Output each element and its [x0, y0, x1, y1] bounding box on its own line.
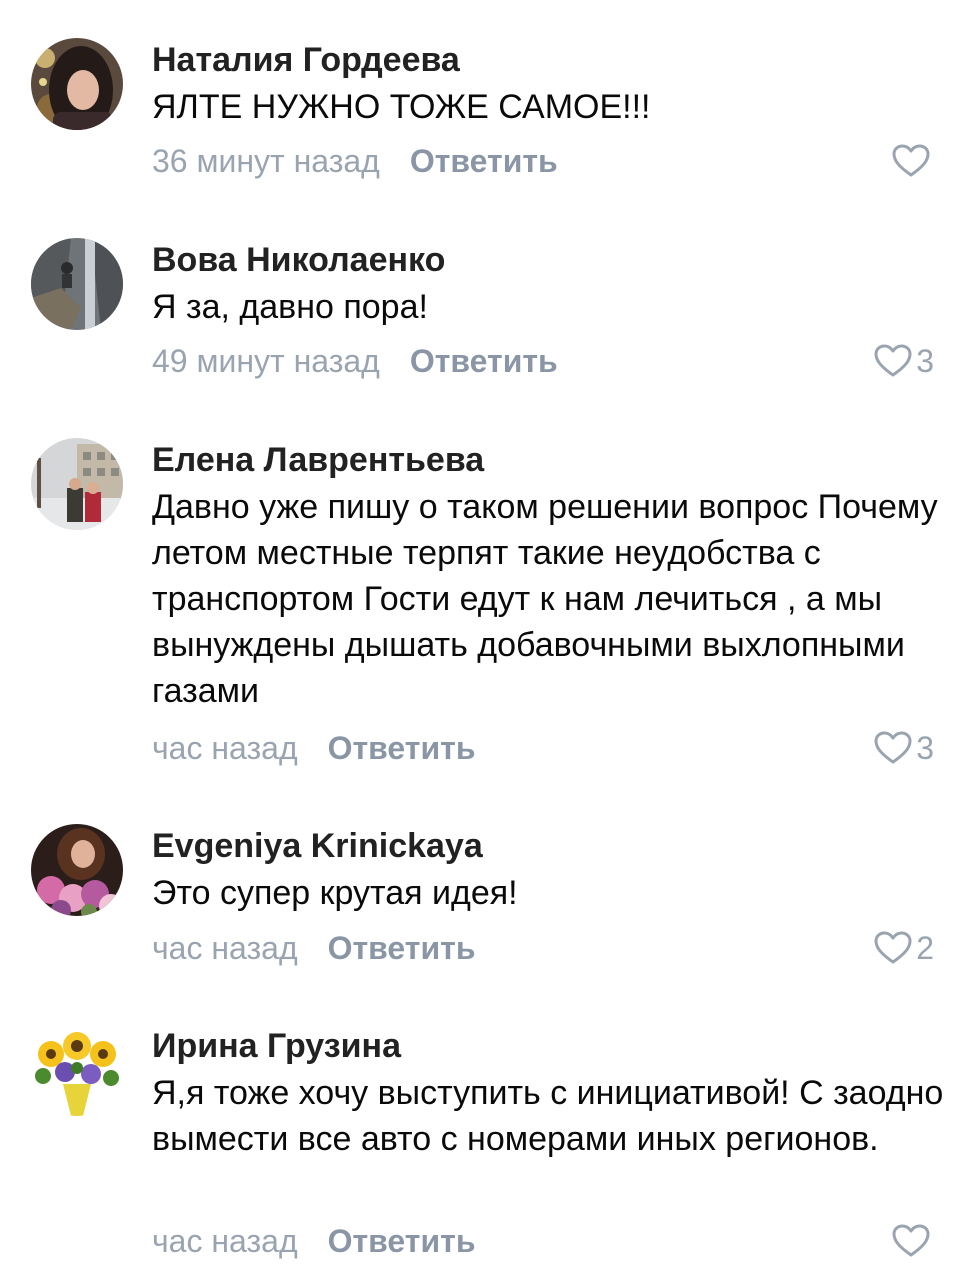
- heart-outline-icon: [874, 931, 912, 964]
- comment-text: ЯЛТЕ НУЖНО ТОЖЕ САМОЕ!!!: [152, 88, 651, 126]
- like-button[interactable]: 2: [874, 928, 934, 968]
- heart-outline-icon: [874, 344, 912, 377]
- reply-button[interactable]: Ответить: [410, 343, 558, 379]
- comment-meta: 36 минут назад Ответить: [152, 141, 558, 181]
- reply-button[interactable]: Ответить: [328, 930, 476, 966]
- reply-button[interactable]: Ответить: [410, 143, 558, 179]
- comment-text: Я за, давно пора!: [152, 288, 428, 326]
- comment-time: час назад: [152, 930, 298, 966]
- like-button[interactable]: 3: [874, 728, 934, 768]
- like-count: 3: [916, 730, 934, 766]
- avatar[interactable]: [31, 824, 123, 916]
- comment-meta: час назад Ответить: [152, 928, 475, 968]
- comment-meta: час назад Ответить: [152, 728, 475, 768]
- heart-outline-icon: [874, 731, 912, 764]
- comment-time: час назад: [152, 1223, 298, 1259]
- reply-button[interactable]: Ответить: [328, 730, 476, 766]
- comment-time: 49 минут назад: [152, 343, 380, 379]
- comment-text: Давно уже пишу о таком решении вопрос По…: [152, 488, 938, 710]
- avatar[interactable]: [31, 1024, 123, 1116]
- comment-list: Наталия Гордеева ЯЛТЕ НУЖНО ТОЖЕ САМОЕ!!…: [0, 0, 972, 1280]
- comment-meta: 49 минут назад Ответить: [152, 341, 558, 381]
- comment-text: Я,я тоже хочу выступить с инициативой! С…: [152, 1074, 944, 1158]
- like-button[interactable]: 3: [874, 341, 934, 381]
- comment-author[interactable]: Ирина Грузина: [152, 1026, 401, 1066]
- comment-author[interactable]: Evgeniya Krinickaya: [152, 826, 483, 866]
- heart-outline-icon: [892, 1224, 930, 1257]
- reply-button[interactable]: Ответить: [328, 1223, 476, 1259]
- heart-outline-icon: [892, 144, 930, 177]
- avatar[interactable]: [31, 238, 123, 330]
- like-button[interactable]: [892, 141, 934, 181]
- like-count: 3: [916, 343, 934, 379]
- avatar[interactable]: [31, 438, 123, 530]
- avatar[interactable]: [31, 38, 123, 130]
- like-button[interactable]: [892, 1221, 934, 1261]
- comment-time: час назад: [152, 730, 298, 766]
- comment-author[interactable]: Наталия Гордеева: [152, 40, 460, 80]
- comment-meta: час назад Ответить: [152, 1221, 475, 1261]
- comment-author[interactable]: Вова Николаенко: [152, 240, 445, 280]
- like-count: 2: [916, 930, 934, 966]
- comment-author[interactable]: Елена Лаврентьева: [152, 440, 484, 480]
- comment-text: Это супер крутая идея!: [152, 874, 518, 912]
- comment-time: 36 минут назад: [152, 143, 380, 179]
